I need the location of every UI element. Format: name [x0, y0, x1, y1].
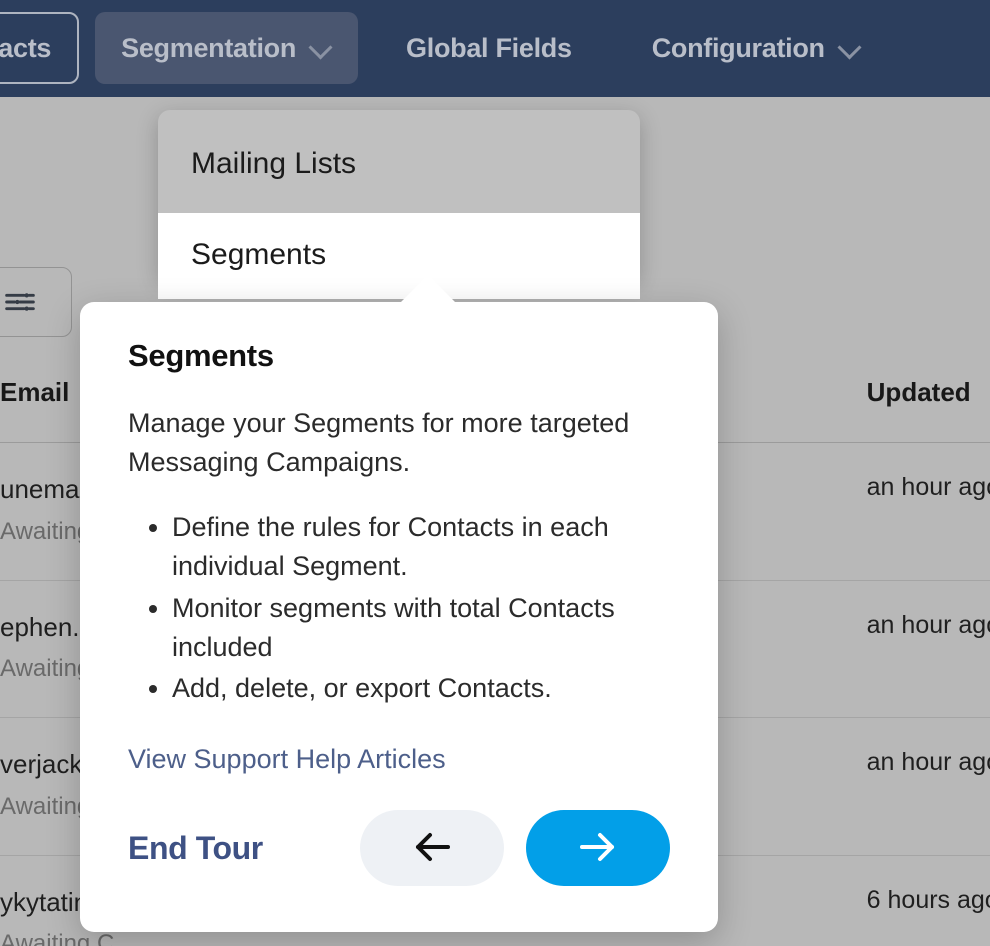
top-navbar: Contacts Segmentation Global Fields Conf… — [0, 0, 990, 97]
popover-bullet-list: Define the rules for Contacts in each in… — [128, 508, 670, 708]
popover-title: Segments — [128, 338, 274, 373]
bullet-item: Define the rules for Contacts in each in… — [172, 508, 670, 586]
arrow-right-icon — [574, 830, 622, 867]
segmentation-dropdown-menu: Mailing Lists Segments — [158, 110, 640, 299]
nav-tab-list: Contacts Segmentation Global Fields Conf… — [0, 8, 915, 88]
support-help-articles-link[interactable]: View Support Help Articles — [128, 744, 446, 775]
chevron-down-icon — [310, 37, 332, 59]
nav-tab-label: Global Fields — [406, 32, 572, 63]
app-screen: Email Source Updated unemad Awaiting C S… — [0, 0, 990, 946]
nav-tab-contacts[interactable]: Contacts — [0, 12, 80, 84]
popover-arrow — [400, 275, 456, 303]
nav-tab-segmentation[interactable]: Segmentation — [95, 12, 359, 84]
tour-next-button[interactable] — [526, 810, 670, 886]
nav-tab-label: Contacts — [0, 32, 52, 63]
dropdown-item-segments[interactable]: Segments — [158, 212, 640, 299]
arrow-left-icon — [408, 830, 456, 867]
nav-tab-global-fields[interactable]: Global Fields — [380, 12, 598, 84]
end-tour-button[interactable]: End Tour — [128, 830, 263, 867]
nav-tab-configuration[interactable]: Configuration — [626, 12, 887, 84]
popover-description: Manage your Segments for more targeted M… — [128, 408, 630, 478]
nav-tab-label: Segmentation — [121, 32, 297, 63]
chevron-down-icon — [839, 37, 861, 59]
nav-tab-label: Configuration — [651, 32, 825, 63]
tour-nav-buttons — [360, 810, 670, 886]
dropdown-item-mailing-lists[interactable]: Mailing Lists — [158, 138, 640, 191]
tour-previous-button[interactable] — [360, 810, 504, 886]
bullet-item: Monitor segments with total Contacts inc… — [172, 589, 670, 667]
product-tour-popover: Segments Manage your Segments for more t… — [80, 275, 718, 932]
popover-footer: End Tour — [128, 810, 670, 886]
bullet-item: Add, delete, or export Contacts. — [172, 669, 670, 708]
